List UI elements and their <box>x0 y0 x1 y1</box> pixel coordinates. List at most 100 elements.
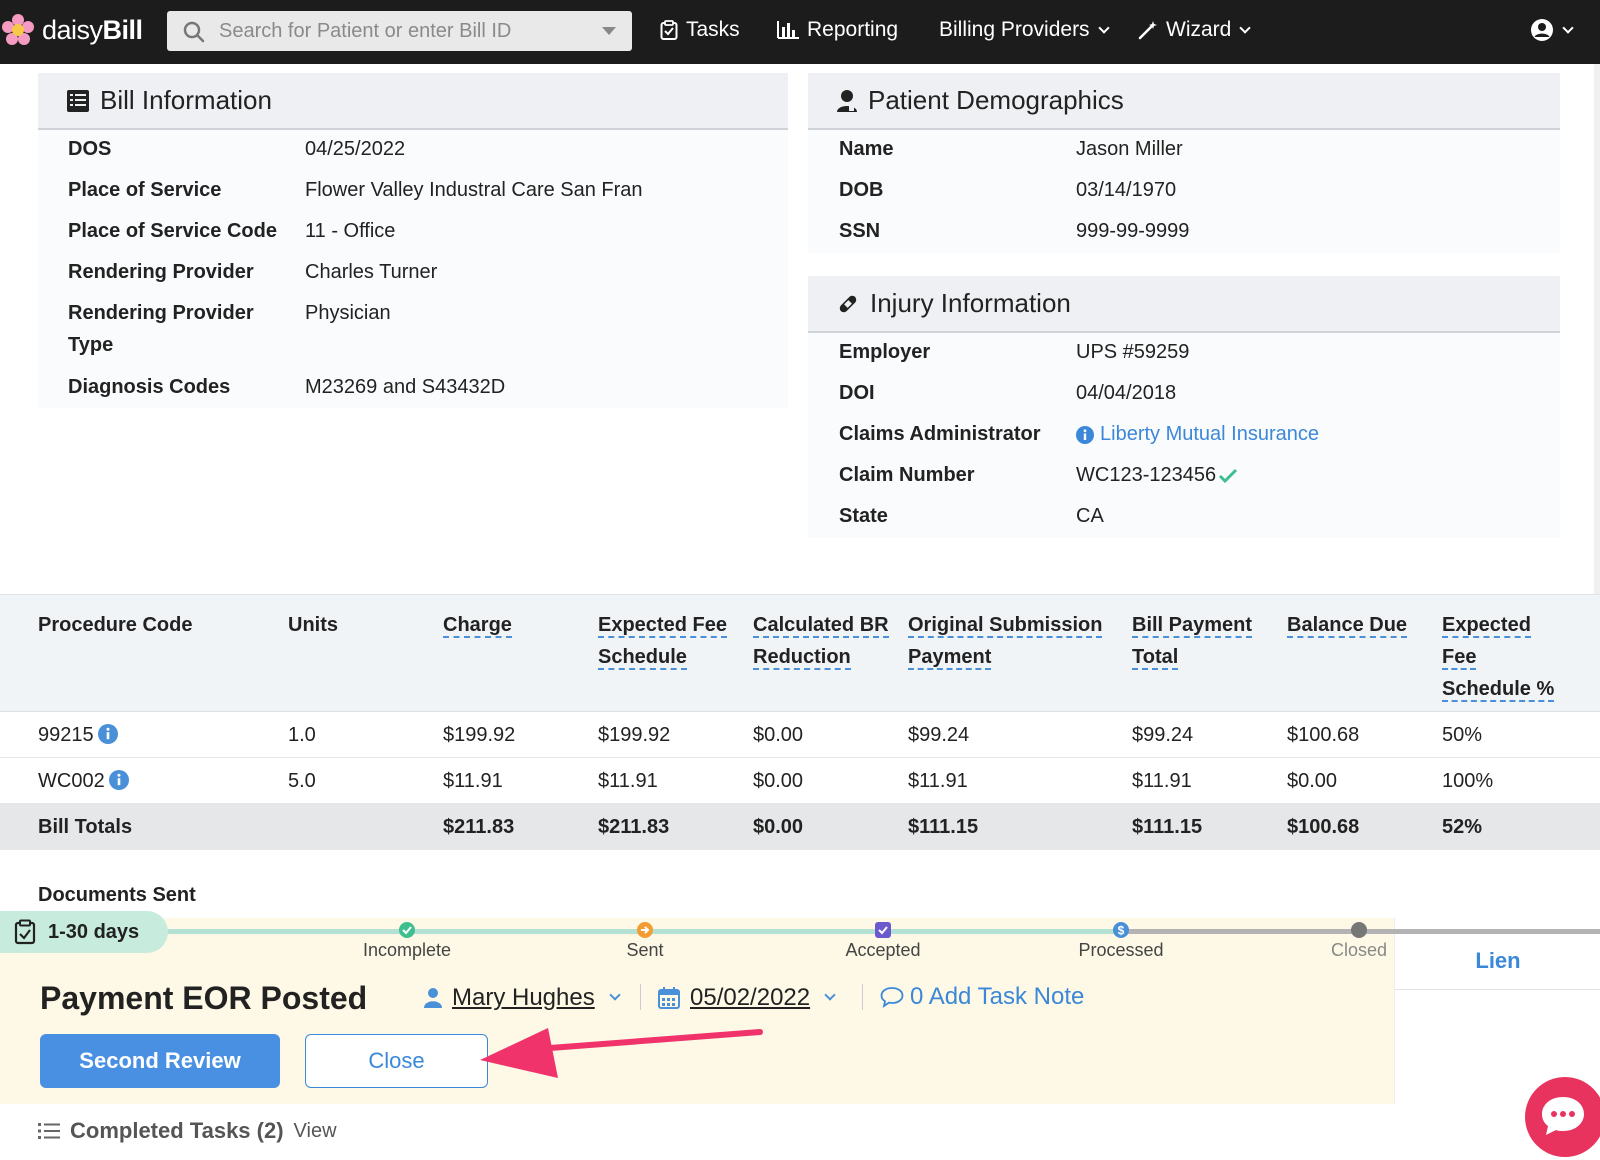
rendering-provider-type-value: Physician <box>305 302 391 324</box>
col-efs-pct-line3: Schedule % <box>1442 678 1555 702</box>
charge-cell: $11.91 <box>443 770 503 792</box>
close-task-button[interactable]: Close <box>305 1034 488 1088</box>
nav-tasks[interactable]: Tasks <box>660 18 740 42</box>
patient-name-value: Jason Miller <box>1076 138 1183 160</box>
claims-administrator-link[interactable]: Liberty Mutual Insurance <box>1076 423 1319 446</box>
patient-name-label: Name <box>839 138 894 160</box>
days-badge: 1-30 days <box>0 911 168 953</box>
bill-information-title: Bill Information <box>100 85 272 115</box>
rendering-provider-type-label-line2: Type <box>68 334 114 356</box>
assignee-dropdown[interactable]: Mary Hughes <box>424 984 621 1012</box>
checkmark-icon <box>1219 468 1238 483</box>
info-circle-icon <box>1076 425 1094 444</box>
col-expected-fee-schedule-pct[interactable]: Expected Fee Schedule % <box>1442 609 1555 705</box>
col-efs-pct-line2: Fee <box>1442 646 1477 670</box>
chat-launcher-button[interactable] <box>1525 1077 1600 1157</box>
col-orig-sub-line1: Original Submission <box>908 614 1103 638</box>
claims-administrator-value: Liberty Mutual Insurance <box>1100 423 1320 445</box>
efs-pct-cell: 100% <box>1442 770 1494 792</box>
total-orig-sub-cell: $111.15 <box>908 816 979 838</box>
col-bill-payment-total[interactable]: Bill Payment Total <box>1132 609 1253 673</box>
doi-value: 04/04/2018 <box>1076 382 1177 404</box>
total-charge-cell: $211.83 <box>443 816 515 838</box>
completed-tasks-row[interactable]: Completed Tasks (2) View <box>38 1118 337 1144</box>
add-task-note-link[interactable]: 0 Add Task Note <box>880 983 1084 1011</box>
info-circle-icon[interactable] <box>108 770 129 790</box>
claim-number-label: Claim Number <box>839 464 975 486</box>
user-icon <box>424 988 442 1008</box>
search-icon <box>183 21 205 43</box>
col-balance-due[interactable]: Balance Due <box>1287 609 1408 641</box>
claim-number-field: WC123-123456 <box>1076 464 1238 487</box>
injury-information-header: Injury Information <box>808 276 1560 333</box>
daisy-flower-icon <box>2 14 34 45</box>
col-expected-fee-schedule[interactable]: Expected Fee Schedule <box>598 609 727 673</box>
state-value: CA <box>1076 505 1104 527</box>
days-badge-label: 1-30 days <box>48 920 140 943</box>
chevron-down-icon <box>824 989 836 1001</box>
nav-wizard[interactable]: Wizard <box>1138 18 1252 42</box>
col-calculated-br-reduction[interactable]: Calculated BR Reduction <box>753 609 889 673</box>
second-review-button[interactable]: Second Review <box>40 1034 280 1088</box>
chevron-down-icon <box>1562 21 1574 34</box>
due-date-dropdown[interactable]: 05/02/2022 <box>658 984 836 1012</box>
chevron-down-icon <box>1239 21 1252 34</box>
patient-demographics-title: Patient Demographics <box>868 85 1124 115</box>
col-charge-label: Charge <box>443 614 512 638</box>
nav-reporting[interactable]: Reporting <box>777 18 898 42</box>
patient-dob-value: 03/14/1970 <box>1076 179 1177 201</box>
search-dropdown-caret-icon[interactable] <box>602 27 616 35</box>
divider <box>640 984 641 1010</box>
procedure-code-value: WC002 <box>38 770 105 792</box>
completed-tasks-label: Completed Tasks (2) <box>70 1118 284 1143</box>
claims-administrator-label: Claims Administrator <box>839 423 1041 445</box>
orig-sub-cell: $11.91 <box>908 770 968 792</box>
bill-totals-row: Bill Totals $211.83 $211.83 $0.00 $111.1… <box>0 804 1600 850</box>
patient-search-box[interactable] <box>167 11 632 51</box>
brand-logo[interactable]: daisyBill <box>2 14 143 46</box>
place-of-service-label: Place of Service <box>68 179 222 201</box>
col-calc-br-line2: Reduction <box>753 646 851 670</box>
employer-label: Employer <box>839 341 931 363</box>
step-closed-label: Closed <box>1330 940 1388 960</box>
total-balance-due-cell: $100.68 <box>1287 816 1360 838</box>
step-accepted: Accepted <box>803 922 963 961</box>
place-of-service-value: Flower Valley Industral Care San Fran <box>305 179 643 201</box>
rendering-provider-value: Charles Turner <box>305 261 438 283</box>
dos-label: DOS <box>68 138 112 160</box>
orig-sub-cell: $99.24 <box>908 724 970 746</box>
col-calc-br-line1: Calculated BR <box>753 614 889 638</box>
user-menu[interactable] <box>1530 18 1574 42</box>
completed-tasks-view-link[interactable]: View <box>294 1120 337 1143</box>
units-cell: 1.0 <box>288 724 316 746</box>
patient-ssn-label: SSN <box>839 220 881 242</box>
assignee-name: Mary Hughes <box>452 984 595 1011</box>
clipboard-check-icon <box>14 919 36 945</box>
col-charge[interactable]: Charge <box>443 609 512 641</box>
step-processed-label: Processed <box>1078 940 1164 960</box>
procedure-code-cell: WC002 <box>38 770 129 793</box>
place-of-service-code-value: 11 - Office <box>305 220 396 242</box>
check-circle-icon <box>399 922 415 938</box>
magic-wand-icon <box>1138 21 1157 40</box>
dollar-circle-icon: $ <box>1113 922 1129 938</box>
procedure-table-header: Procedure Code Units Charge Expected Fee… <box>0 594 1600 712</box>
nav-reporting-label: Reporting <box>807 18 899 41</box>
nav-billing-providers[interactable]: Billing Providers <box>939 18 1110 42</box>
info-circle-icon[interactable] <box>97 724 118 744</box>
circle-dot-icon <box>1351 922 1367 938</box>
col-original-submission-payment[interactable]: Original Submission Payment <box>908 609 1103 673</box>
step-incomplete-label: Incomplete <box>362 940 452 960</box>
calc-br-cell: $0.00 <box>753 770 804 792</box>
injury-information-panel: Injury Information <box>808 276 1560 538</box>
calendar-icon <box>658 987 680 1009</box>
bill-information-header: Bill Information <box>38 73 788 130</box>
rendering-provider-type-label: Rendering Provider Type <box>68 297 254 361</box>
total-efs-pct-cell: 52% <box>1442 816 1483 838</box>
col-efs-pct-line1: Expected <box>1442 614 1531 638</box>
balance-due-cell: $100.68 <box>1287 724 1360 746</box>
clipboard-check-icon <box>660 20 678 40</box>
calc-br-cell: $0.00 <box>753 724 804 746</box>
step-closed: Closed <box>1279 922 1439 961</box>
search-input[interactable] <box>219 17 589 45</box>
